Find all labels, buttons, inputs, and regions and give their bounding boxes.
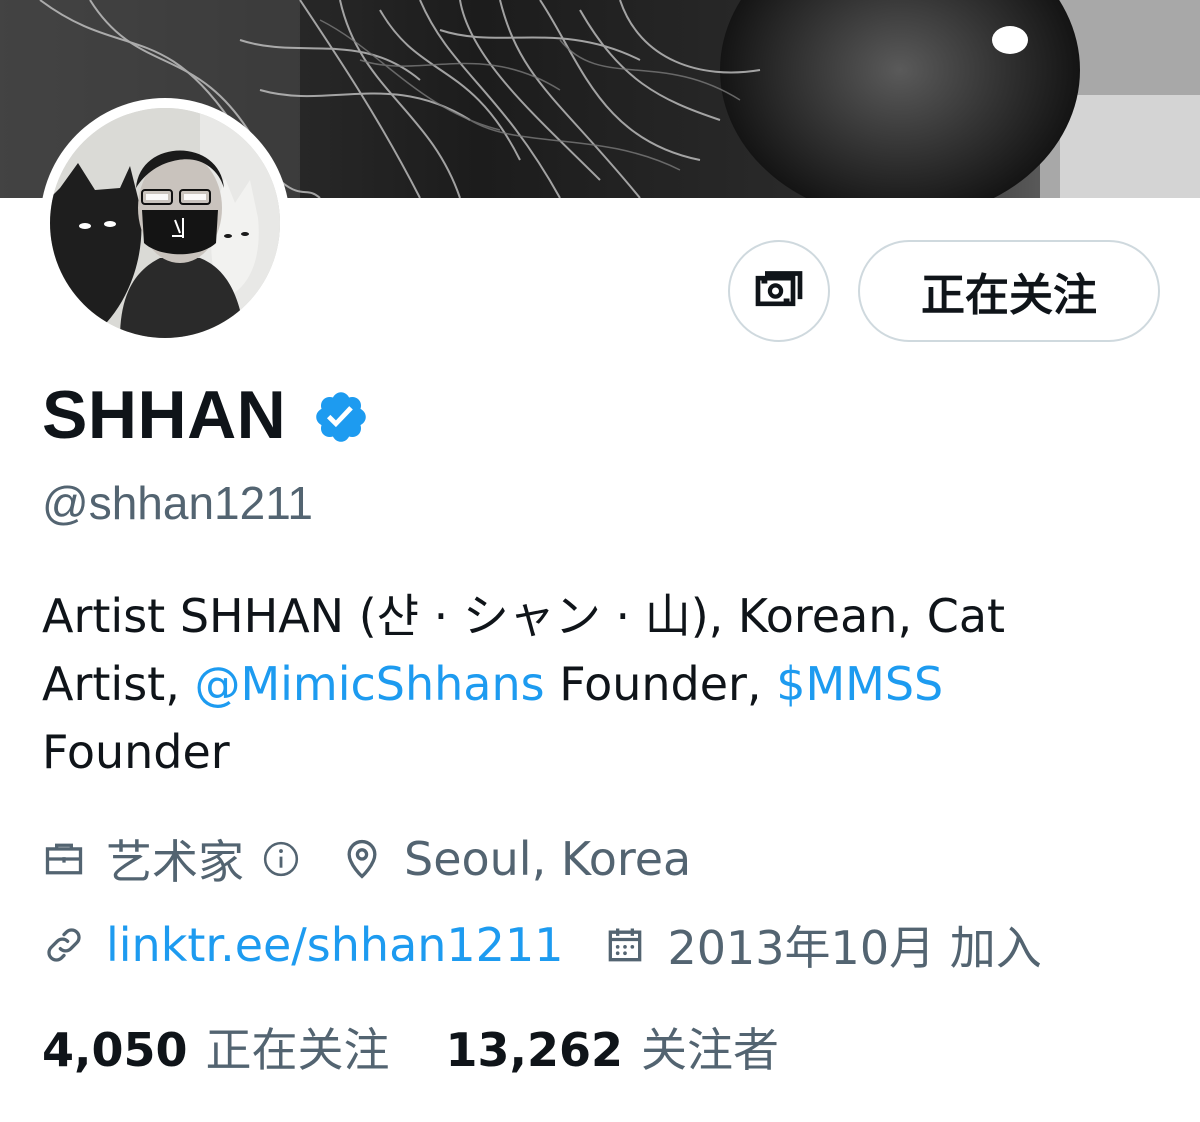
verified-badge-icon [316, 392, 367, 442]
avatar-image [50, 108, 280, 338]
tip-button[interactable] [728, 240, 830, 342]
profession-item: 艺术家 [42, 826, 300, 892]
user-handle: @shhan1211 [42, 477, 313, 529]
following-stat[interactable]: 4,050 正在关注 [42, 1014, 390, 1080]
following-count: 4,050 [42, 1023, 188, 1077]
followers-stat[interactable]: 13,262 关注者 [446, 1014, 780, 1080]
bio-text: Founder, [544, 657, 777, 711]
bio-mention-link[interactable]: @MimicShhans [194, 657, 544, 711]
money-icon [755, 271, 803, 307]
link-icon [47, 928, 81, 962]
follow-stats: 4,050 正在关注 13,262 关注者 [42, 1014, 835, 1080]
profile-meta-row: 艺术家 Seoul, Korea [42, 826, 731, 892]
bio-text: Founder [42, 725, 230, 779]
location-pin-icon [347, 839, 377, 879]
bio-cashtag-link[interactable]: $MMSS [776, 657, 943, 711]
profession-label: 艺术家 [106, 835, 244, 889]
following-label: 正在关注 [205, 1023, 390, 1077]
display-name: SHHAN [42, 377, 287, 453]
location-label: Seoul, Korea [404, 832, 692, 886]
followers-count: 13,262 [445, 1023, 624, 1077]
name-row: SHHAN [42, 376, 370, 454]
website-link[interactable]: linktr.ee/shhan1211 [106, 918, 563, 972]
followers-label: 关注者 [641, 1023, 780, 1077]
profile-bio: Artist SHHAN (샨 · シャン · 山), Korean, Cat … [42, 582, 1142, 786]
calendar-icon [609, 928, 642, 962]
joined-date: 2013年10月 加入 [667, 921, 1042, 975]
profile-meta-row: linktr.ee/shhan1211 2013年10月 加入 [42, 912, 1082, 978]
briefcase-icon [45, 843, 83, 875]
following-button[interactable]: 正在关注 [858, 240, 1160, 342]
joined-item: 2013年10月 加入 [603, 912, 1042, 978]
website-item: linktr.ee/shhan1211 [42, 918, 563, 972]
location-item: Seoul, Korea [340, 832, 691, 886]
profile-avatar[interactable] [40, 98, 290, 348]
info-icon[interactable] [262, 840, 300, 878]
